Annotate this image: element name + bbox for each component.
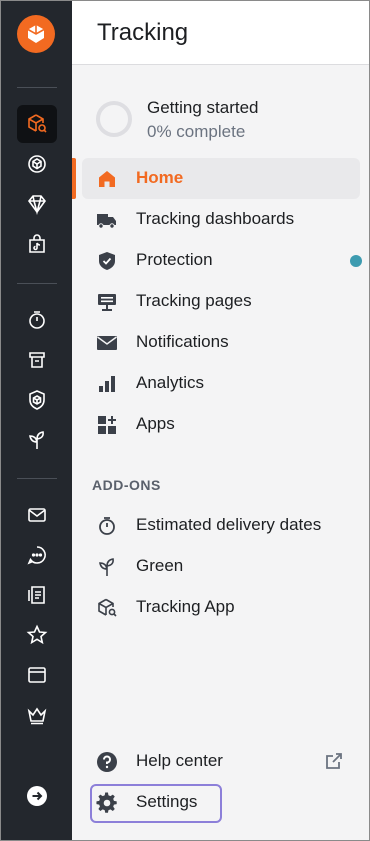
rail-reviews-button[interactable] [17, 616, 57, 654]
nav-item-label: Green [136, 556, 184, 575]
apps-grid-icon [96, 414, 118, 436]
rail-divider [17, 478, 57, 479]
bottom-nav: Help center Settings [82, 741, 360, 823]
rail-tracking-button[interactable] [17, 105, 57, 143]
nav-item-label: Settings [136, 792, 198, 811]
diamond-icon [26, 193, 48, 215]
nav-item-label: Tracking pages [136, 291, 252, 310]
star-icon [26, 624, 48, 646]
getting-started-card[interactable]: Getting started 0% complete [96, 96, 346, 146]
rail-loyalty-button[interactable] [17, 696, 57, 734]
question-circle-icon [96, 751, 118, 773]
box-search-icon [96, 597, 118, 619]
external-link-icon [324, 751, 344, 771]
browser-icon [26, 664, 48, 686]
envelope-icon [26, 504, 48, 526]
tracking-page-icon [96, 291, 118, 313]
rail-cube-button[interactable] [17, 145, 57, 183]
nav-item-label: Protection [136, 250, 213, 269]
panel-header: Tracking [72, 1, 369, 65]
nav-item-tracking-app[interactable]: Tracking App [82, 587, 360, 628]
addons-section-label: ADD-ONS [92, 477, 161, 493]
truck-icon [96, 209, 118, 231]
nav-item-green[interactable]: Green [82, 546, 360, 587]
rail-divider [17, 283, 57, 284]
nav-item-tracking-pages[interactable]: Tracking pages [82, 281, 360, 322]
rail-edd-button[interactable] [17, 301, 57, 339]
crown-icon [26, 704, 48, 726]
navigation-panel: Tracking Getting started 0% complete Hom… [72, 1, 369, 840]
primary-nav: Home Tracking dashboards Protection Trac… [72, 158, 362, 445]
nav-item-protection[interactable]: Protection [82, 240, 362, 281]
nav-item-notifications[interactable]: Notifications [82, 322, 360, 363]
nav-item-analytics[interactable]: Analytics [82, 363, 360, 404]
rail-returns-button[interactable] [17, 341, 57, 379]
nav-item-label: Home [136, 168, 184, 187]
rail-chat-button[interactable] [17, 536, 57, 574]
nav-item-apps[interactable]: Apps [82, 404, 360, 445]
nav-item-help-center[interactable]: Help center [82, 741, 360, 782]
notification-dot [350, 255, 362, 267]
addons-nav: Estimated delivery dates Green Tracking … [82, 505, 360, 628]
nav-item-tracking-dashboards[interactable]: Tracking dashboards [82, 199, 360, 240]
home-icon [96, 168, 118, 190]
nav-item-label: Notifications [136, 332, 229, 351]
getting-started-title: Getting started [147, 98, 259, 117]
rail-tiktok-button[interactable] [17, 225, 57, 263]
nav-item-label: Tracking App [136, 597, 235, 616]
envelope-icon [96, 332, 118, 354]
receipt-icon [26, 584, 48, 606]
shield-box-icon [26, 389, 48, 411]
shield-check-icon [96, 250, 118, 272]
chat-icon [26, 544, 48, 566]
stopwatch-icon [96, 515, 118, 537]
rail-divider [17, 87, 57, 88]
rail-email-button[interactable] [17, 496, 57, 534]
product-rail [1, 1, 72, 840]
nav-item-label: Tracking dashboards [136, 209, 295, 228]
cube-icon [26, 153, 48, 175]
box-search-icon [26, 113, 48, 135]
rail-protection-button[interactable] [17, 381, 57, 419]
rail-receipt-button[interactable] [17, 576, 57, 614]
nav-item-home[interactable]: Home [72, 158, 360, 199]
sprout-icon [96, 556, 118, 578]
gear-icon [96, 792, 118, 814]
rail-expand-button[interactable] [17, 777, 57, 815]
logo-icon[interactable] [17, 15, 55, 53]
progress-ring [96, 101, 132, 137]
sprout-icon [26, 429, 48, 451]
nav-item-label: Analytics [136, 373, 205, 392]
getting-started-progress: 0% complete [147, 122, 246, 141]
rail-pages-button[interactable] [17, 656, 57, 694]
nav-item-estimated-delivery-dates[interactable]: Estimated delivery dates [82, 505, 360, 546]
rail-green-button[interactable] [17, 421, 57, 459]
app-frame: Tracking Getting started 0% complete Hom… [0, 0, 370, 841]
returns-icon [26, 349, 48, 371]
nav-item-settings[interactable]: Settings [82, 782, 360, 823]
bar-chart-icon [96, 373, 118, 395]
tiktok-bag-icon [26, 233, 48, 255]
nav-item-label: Help center [136, 751, 223, 770]
rail-diamond-button[interactable] [17, 185, 57, 223]
panel-title: Tracking [97, 19, 189, 46]
nav-item-label: Apps [136, 414, 175, 433]
stopwatch-icon [26, 309, 48, 331]
arrow-right-circle-icon [26, 785, 48, 807]
nav-item-label: Estimated delivery dates [136, 515, 322, 534]
